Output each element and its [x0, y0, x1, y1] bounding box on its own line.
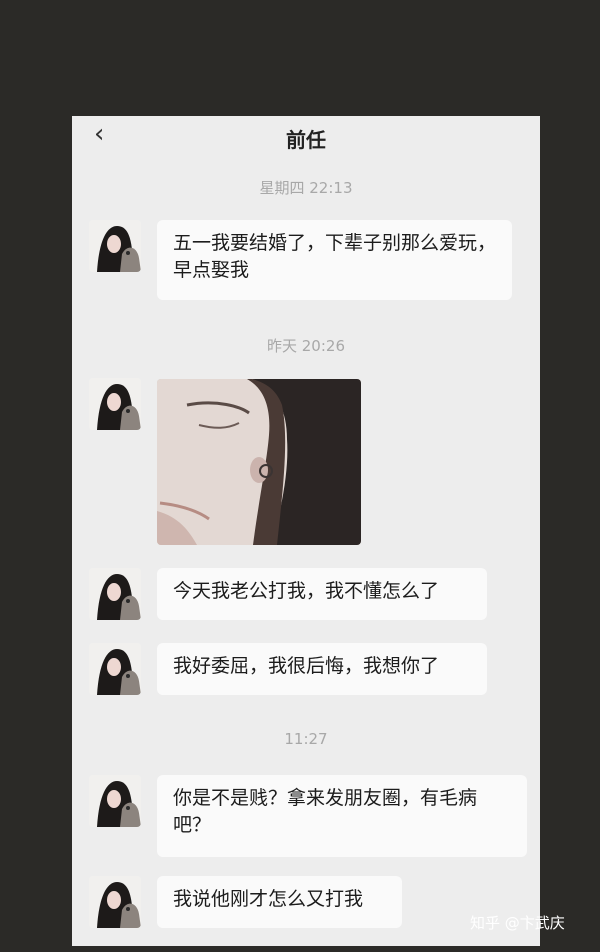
avatar-image	[89, 378, 141, 430]
message-text: 我好委屈，我很后悔，我想你了	[173, 655, 440, 677]
avatar-image	[89, 220, 141, 272]
timestamp: 昨天 20:26	[267, 337, 345, 355]
avatar-image	[89, 643, 141, 695]
message-bubble[interactable]: 五一我要结婚了，下辈子别那么爱玩，早点娶我	[157, 220, 512, 300]
message-text: 今天我老公打我，我不懂怎么了	[173, 580, 440, 602]
message-text: 我说他刚才怎么又打我	[173, 888, 364, 910]
timestamp: 星期四 22:13	[259, 179, 353, 197]
watermark-text: 知乎 @卞武庆	[470, 914, 565, 932]
avatar[interactable]	[89, 220, 141, 272]
chat-screen: ‹ 前任 星期四 22:13 五一我要结婚了，下辈子别那么爱玩，早点娶我 昨天 …	[72, 116, 540, 946]
avatar[interactable]	[89, 876, 141, 928]
avatar-image	[89, 775, 141, 827]
message-text: 你是不是贱？拿来发朋友圈，有毛病吧？	[173, 787, 478, 836]
message-bubble[interactable]: 我好委屈，我很后悔，我想你了	[157, 643, 487, 695]
timestamp: 11:27	[284, 730, 328, 748]
avatar-image	[89, 876, 141, 928]
watermark: 知乎 @卞武庆	[470, 912, 565, 933]
message-bubble[interactable]: 你是不是贱？拿来发朋友圈，有毛病吧？	[157, 775, 527, 857]
message-bubble[interactable]: 今天我老公打我，我不懂怎么了	[157, 568, 487, 620]
chat-header: ‹ 前任	[72, 116, 540, 158]
avatar-image	[89, 568, 141, 620]
avatar[interactable]	[89, 568, 141, 620]
message-photo[interactable]	[157, 379, 361, 545]
avatar[interactable]	[89, 378, 141, 430]
avatar[interactable]	[89, 643, 141, 695]
message-bubble[interactable]: 我说他刚才怎么又打我	[157, 876, 402, 928]
avatar[interactable]	[89, 775, 141, 827]
photo-image	[157, 379, 361, 545]
page-title: 前任	[286, 128, 326, 152]
message-text: 五一我要结婚了，下辈子别那么爱玩，早点娶我	[173, 232, 497, 281]
